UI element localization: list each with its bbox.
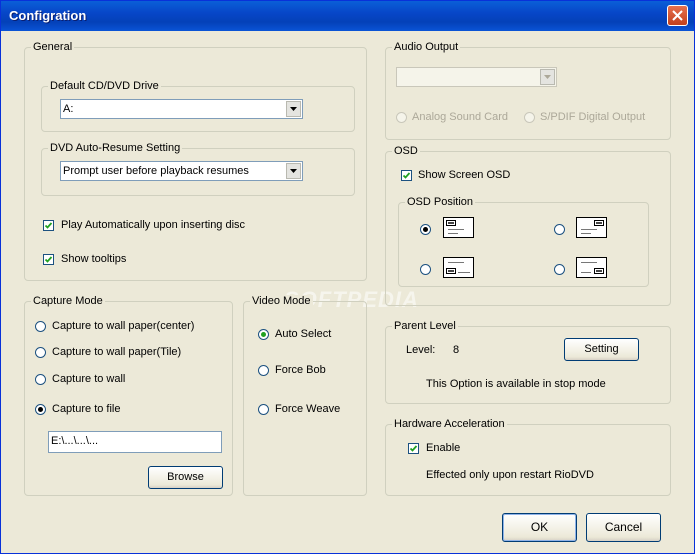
general-group: General Default CD/DVD Drive A: DVD Auto… (24, 41, 367, 281)
force-bob-label: Force Bob (275, 364, 326, 376)
checkmark-icon (409, 445, 418, 452)
auto-resume-select[interactable]: Prompt user before playback resumes (60, 161, 303, 181)
analog-label: Analog Sound Card (412, 111, 509, 123)
force-weave-radio[interactable] (258, 404, 269, 415)
chevron-down-icon[interactable] (286, 101, 301, 117)
audio-device-select[interactable] (396, 67, 557, 87)
ok-label: OK (530, 520, 549, 534)
capture-mode-title: Capture Mode (31, 295, 105, 307)
capture-file-label: Capture to file (52, 403, 121, 415)
osd-top-left-icon (443, 217, 474, 238)
play-auto-label: Play Automatically upon inserting disc (61, 219, 246, 231)
title-bar[interactable]: Configration (1, 1, 694, 31)
level-value: 8 (453, 344, 460, 356)
setting-button[interactable]: Setting (564, 338, 639, 361)
capture-tile-radio[interactable] (35, 347, 46, 358)
osd-top-left-radio[interactable] (420, 224, 431, 235)
capture-tile-label: Capture to wall paper(Tile) (52, 346, 182, 358)
parent-level-group: Parent Level Level: 8 Setting This Optio… (385, 320, 671, 404)
video-mode-title: Video Mode (250, 295, 313, 307)
chevron-down-icon[interactable] (286, 163, 301, 179)
window-title: Configration (9, 8, 87, 23)
browse-label: Browse (167, 471, 204, 483)
osd-group: OSD Show Screen OSD OSD Position (385, 145, 671, 306)
video-mode-group: Video Mode Auto Select Force Bob Force W… (243, 295, 367, 496)
osd-title: OSD (392, 145, 420, 157)
capture-center-label: Capture to wall paper(center) (52, 320, 195, 332)
default-drive-group: Default CD/DVD Drive A: (41, 80, 355, 132)
osd-position-group: OSD Position (398, 196, 649, 287)
default-drive-select[interactable]: A: (60, 99, 303, 119)
default-drive-value: A: (63, 103, 74, 115)
auto-select-radio[interactable] (258, 329, 269, 340)
capture-file-radio[interactable] (35, 404, 46, 415)
auto-resume-value: Prompt user before playback resumes (63, 165, 249, 177)
auto-resume-label: DVD Auto-Resume Setting (48, 142, 183, 154)
auto-resume-group: DVD Auto-Resume Setting Prompt user befo… (41, 142, 355, 196)
spdif-label: S/PDIF Digital Output (540, 111, 646, 123)
enable-hw-checkbox[interactable] (408, 443, 419, 454)
analog-radio[interactable] (396, 112, 407, 123)
close-icon (672, 10, 683, 21)
hardware-acceleration-title: Hardware Acceleration (392, 418, 507, 430)
spdif-radio[interactable] (524, 112, 535, 123)
checkmark-icon (402, 172, 411, 179)
osd-bottom-left-radio[interactable] (420, 264, 431, 275)
hardware-note: Effected only upon restart RioDVD (426, 469, 594, 481)
force-weave-label: Force Weave (275, 403, 341, 415)
general-title: General (31, 41, 75, 53)
show-osd-label: Show Screen OSD (418, 169, 511, 181)
show-osd-checkbox[interactable] (401, 170, 412, 181)
audio-output-title: Audio Output (392, 41, 461, 53)
show-tooltips-label: Show tooltips (61, 253, 127, 265)
close-button[interactable] (667, 5, 688, 26)
ok-button[interactable]: OK (502, 513, 577, 542)
capture-path-input[interactable]: E:\...\...\... (48, 431, 222, 453)
setting-label: Setting (584, 343, 619, 355)
capture-wall-label: Capture to wall (52, 373, 126, 385)
hardware-acceleration-group: Hardware Acceleration Enable Effected on… (385, 418, 671, 496)
checkmark-icon (44, 222, 53, 229)
auto-select-label: Auto Select (275, 328, 332, 340)
config-window: Configration SOFTPEDIA General Default C… (0, 0, 695, 554)
checkmark-icon (44, 256, 53, 263)
capture-wall-radio[interactable] (35, 374, 46, 385)
osd-bottom-right-icon (576, 257, 607, 278)
level-label: Level: (406, 344, 436, 356)
default-drive-label: Default CD/DVD Drive (48, 80, 161, 92)
cancel-button[interactable]: Cancel (586, 513, 661, 542)
show-tooltips-checkbox[interactable] (43, 254, 54, 265)
capture-center-radio[interactable] (35, 321, 46, 332)
dialog-body: SOFTPEDIA General Default CD/DVD Drive A… (4, 31, 691, 552)
browse-button[interactable]: Browse (148, 466, 223, 489)
force-bob-radio[interactable] (258, 365, 269, 376)
audio-output-group: Audio Output Analog Sound Card S/PDIF Di… (385, 41, 671, 140)
enable-hw-label: Enable (426, 442, 461, 454)
osd-top-right-icon (576, 217, 607, 238)
osd-position-title: OSD Position (405, 196, 476, 208)
capture-mode-group: Capture Mode Capture to wall paper(cente… (24, 295, 233, 496)
osd-top-right-radio[interactable] (554, 224, 565, 235)
osd-bottom-right-radio[interactable] (554, 264, 565, 275)
parent-note: This Option is available in stop mode (426, 378, 606, 390)
play-auto-checkbox[interactable] (43, 220, 54, 231)
parent-level-title: Parent Level (392, 320, 458, 332)
cancel-label: Cancel (604, 520, 643, 534)
chevron-down-icon[interactable] (540, 69, 555, 85)
capture-path-value: E:\...\...\... (51, 435, 99, 447)
osd-bottom-left-icon (443, 257, 474, 278)
